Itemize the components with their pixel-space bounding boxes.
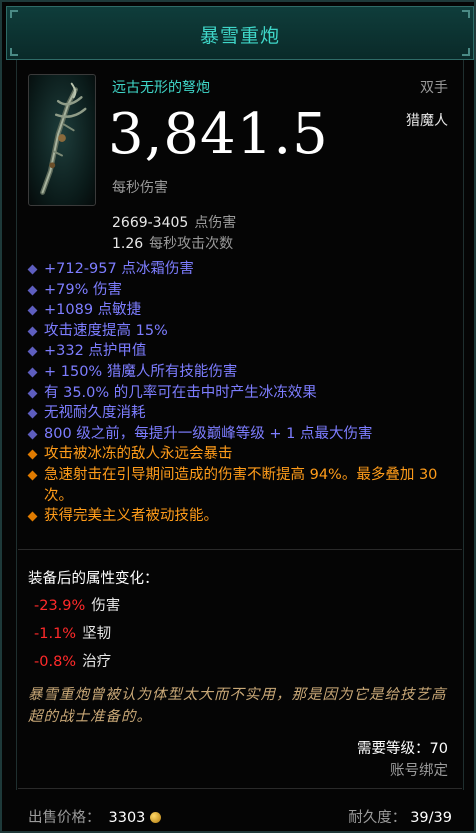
- diamond-bullet-icon: [27, 470, 38, 481]
- tooltip-footer: 出售价格： 3303 耐久度： 39/39: [16, 799, 464, 829]
- diamond-bullet-icon: [27, 346, 38, 357]
- affix-text: 800 级之前，每提升一级巅峰等级 + 1 点最大伤害: [44, 425, 373, 442]
- diamond-bullet-icon: [27, 285, 38, 296]
- crossbow-icon: [28, 74, 96, 206]
- diamond-bullet-icon: [27, 408, 38, 419]
- attack-speed-label: 每秒攻击次数: [149, 236, 234, 252]
- stat-change-row: -23.9% 伤害: [34, 594, 120, 615]
- stat-changes-title: 装备后的属性变化：: [28, 571, 159, 587]
- corner-ornament: [10, 10, 18, 18]
- stat-change-value: -1.1%: [34, 626, 77, 642]
- durability-value: 39/39: [410, 810, 452, 826]
- affix-text: +1089 点敏捷: [44, 302, 142, 319]
- sell-price-value: 3303: [108, 810, 146, 826]
- gold-coin-icon: [150, 812, 162, 823]
- diamond-bullet-icon: [27, 305, 38, 316]
- item-slot: 双手: [420, 80, 448, 96]
- item-name: 暴雪重炮: [199, 25, 280, 47]
- affix-row: 急速射击在引导期间造成的伤害不断提高 94%。最多叠加 30 次。: [26, 465, 456, 506]
- item-type: 远古无形的弩炮: [112, 80, 210, 96]
- affix-row: 无视耐久度消耗: [26, 403, 456, 424]
- affix-row: +332 点护甲值: [26, 341, 456, 362]
- stat-change-name: 治疗: [82, 654, 112, 670]
- affix-row: + 150% 猎魔人所有技能伤害: [26, 362, 456, 383]
- stat-change-value: -0.8%: [34, 654, 77, 670]
- diamond-bullet-icon: [27, 367, 38, 378]
- affix-text: +712-957 点冰霜伤害: [44, 261, 194, 277]
- flavor-text: 暴雪重炮曾被认为体型太大而不实用，那是因为它是给技艺高超的战士准备的。: [28, 687, 447, 725]
- affix-row: 获得完美主义者被动技能。: [26, 506, 456, 527]
- item-title-bar: 暴雪重炮: [6, 6, 474, 60]
- affix-text: +332 点护甲值: [44, 343, 147, 360]
- affix-text: 有 35.0% 的几率可在击中时产生冰冻效果: [44, 384, 317, 401]
- damage-range-stat: 2669-3405 点伤害: [112, 212, 236, 232]
- stat-change-name: 坚韧: [82, 626, 112, 642]
- required-level: 需要等级：70: [357, 741, 448, 757]
- item-tooltip: 暴雪重炮 远古无形的弩炮 双手 猎魔人 3,841.5 每秒伤害 2669-34…: [0, 0, 476, 833]
- durability-label: 耐久度：: [348, 810, 407, 826]
- affix-text: 攻击被冰冻的敌人永远会暴击: [44, 446, 233, 463]
- affix-list: +712-957 点冰霜伤害 +79% 伤害 +1089 点敏捷攻击速度提高 15%…: [26, 259, 456, 527]
- attack-speed-stat: 1.26 每秒攻击次数: [112, 233, 233, 253]
- diamond-bullet-icon: [27, 264, 38, 275]
- durability: 耐久度： 39/39: [348, 806, 452, 827]
- affix-text: 无视耐久度消耗: [44, 405, 146, 422]
- stat-change-row: -1.1% 坚韧: [34, 622, 111, 643]
- corner-ornament: [10, 48, 18, 56]
- diamond-bullet-icon: [27, 429, 38, 440]
- diamond-bullet-icon: [27, 511, 38, 522]
- divider: [18, 549, 462, 550]
- affix-row: +1089 点敏捷: [26, 300, 456, 321]
- corner-ornament: [462, 48, 470, 56]
- affix-text: 获得完美主义者被动技能。: [44, 508, 218, 525]
- dps-label: 每秒伤害: [112, 180, 168, 196]
- dps-value: 3,841.5: [108, 102, 329, 167]
- affix-row: +712-957 点冰霜伤害: [26, 259, 456, 280]
- affix-row: 有 35.0% 的几率可在击中时产生冰冻效果: [26, 383, 456, 404]
- affix-text: 攻击速度提高 15%: [44, 322, 168, 339]
- diamond-bullet-icon: [27, 326, 38, 337]
- stat-change-name: 伤害: [91, 598, 121, 614]
- class-restriction: 猎魔人: [406, 113, 448, 129]
- damage-range-value: 2669-3405: [112, 215, 189, 231]
- stat-change-row: -0.8% 治疗: [34, 650, 111, 671]
- divider: [18, 788, 462, 789]
- diamond-bullet-icon: [27, 449, 38, 460]
- affix-row: 攻击速度提高 15%: [26, 321, 456, 342]
- sell-price-label: 出售价格：: [28, 810, 101, 826]
- affix-text: + 150% 猎魔人所有技能伤害: [44, 363, 238, 380]
- affix-row: 攻击被冰冻的敌人永远会暴击: [26, 444, 456, 465]
- affix-text: 急速射击在引导期间造成的伤害不断提高 94%。最多叠加 30 次。: [44, 466, 438, 504]
- affix-text: +79% 伤害: [44, 281, 122, 298]
- account-bound-label: 账号绑定: [390, 763, 448, 779]
- corner-ornament: [462, 10, 470, 18]
- stat-change-value: -23.9%: [34, 598, 86, 614]
- damage-range-label: 点伤害: [194, 215, 237, 231]
- diamond-bullet-icon: [27, 388, 38, 399]
- sell-price: 出售价格： 3303: [28, 806, 162, 827]
- attack-speed-value: 1.26: [112, 236, 144, 252]
- affix-row: +79% 伤害: [26, 280, 456, 301]
- affix-row: 800 级之前，每提升一级巅峰等级 + 1 点最大伤害: [26, 424, 456, 445]
